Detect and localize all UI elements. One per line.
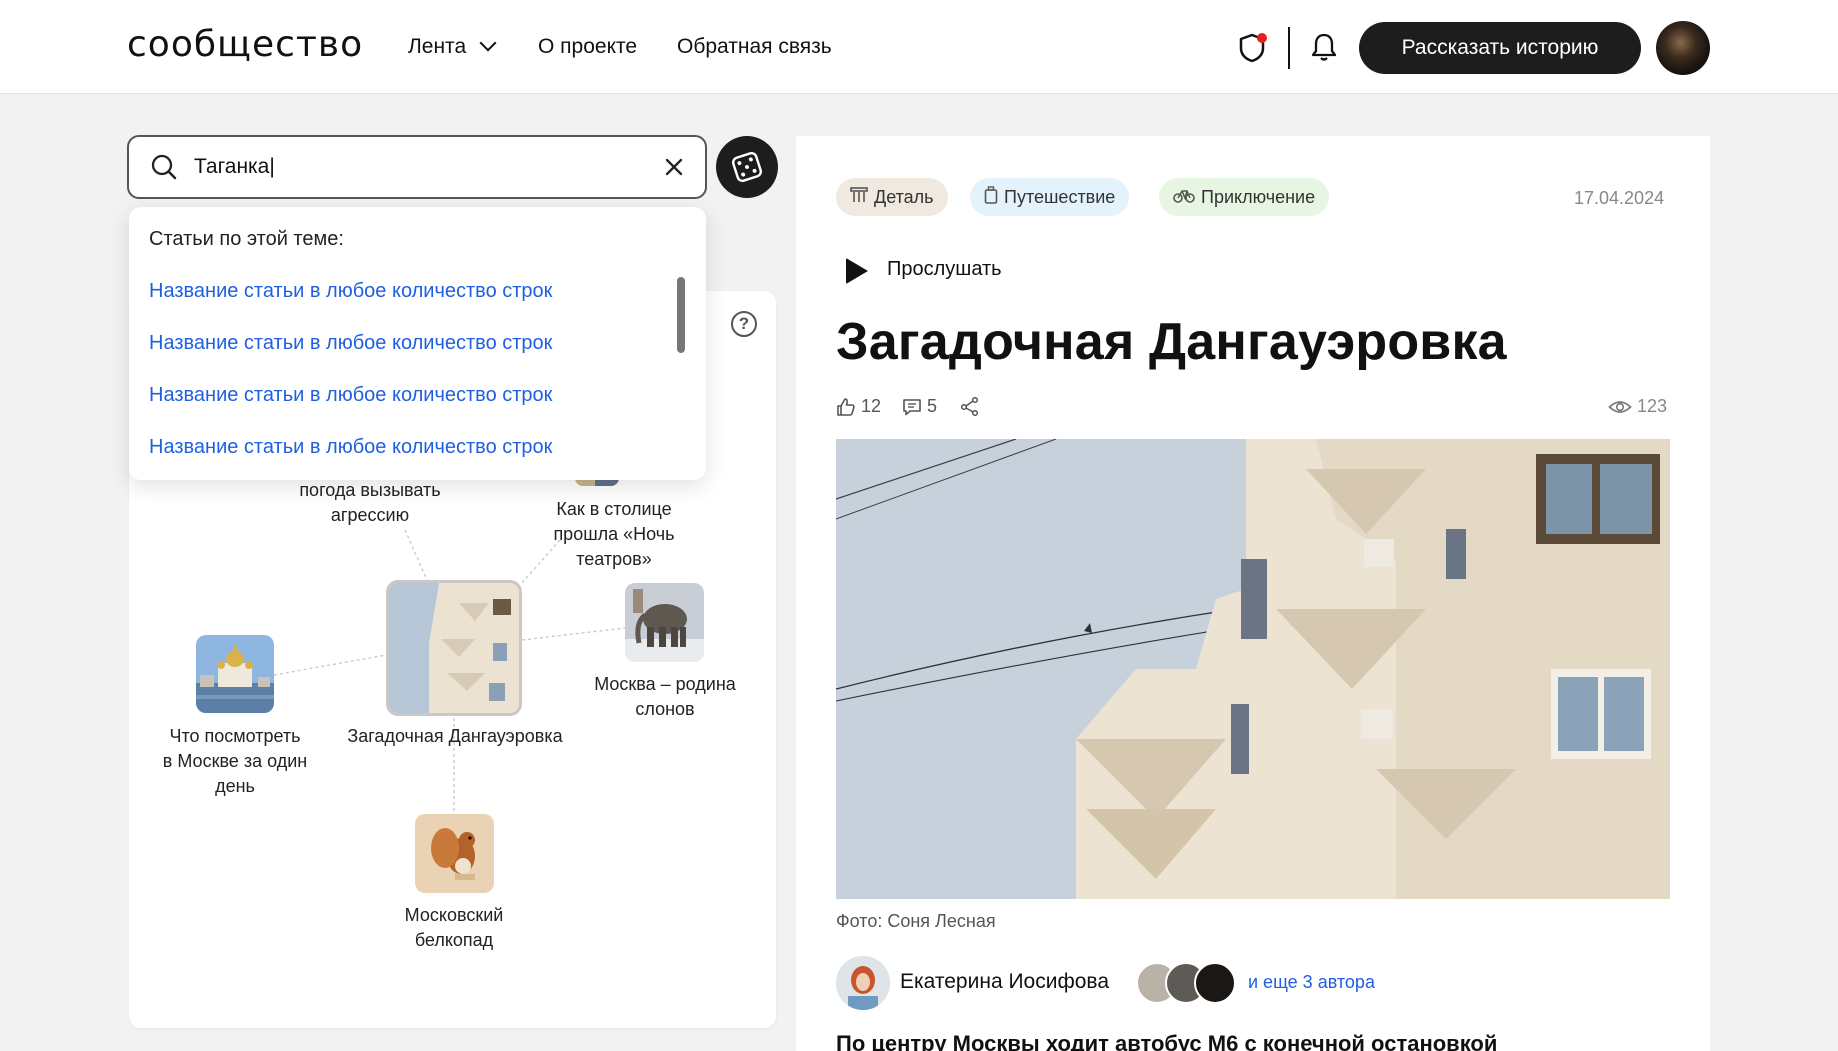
article-photo[interactable]	[836, 439, 1670, 899]
node-label-line: Москва – родина	[594, 674, 736, 694]
top-header: сообщество Лента О проекте Обратная связ…	[0, 0, 1838, 94]
node-label-line: агрессию	[330, 505, 410, 525]
likes-button[interactable]: 12	[836, 396, 881, 417]
node-label-line: Загадочная Дангауэровка	[347, 726, 563, 746]
node-label-line: Что посмотреть	[169, 726, 301, 746]
play-icon[interactable]	[846, 258, 868, 284]
chevron-down-icon	[479, 34, 497, 52]
comment-icon	[903, 398, 921, 415]
comments-button[interactable]: 5	[902, 396, 937, 417]
nav-feedback[interactable]: Обратная связь	[677, 35, 832, 59]
node-thumb-cathedral[interactable]	[196, 635, 274, 713]
views-counter: 123	[1608, 396, 1667, 417]
luggage-icon	[984, 185, 998, 209]
tag-label: Приключение	[1201, 186, 1316, 207]
photo-caption: Фото: Соня Лесная	[836, 911, 996, 931]
nav-feed-label: Лента	[408, 35, 467, 58]
tag-travel[interactable]: Путешествие	[970, 178, 1130, 216]
node-label-line: погода вызывать	[299, 480, 441, 500]
tag-label: Деталь	[874, 186, 934, 207]
node-label-one-day[interactable]: Что посмотреть в Москве за один день	[145, 724, 325, 799]
tag-detail[interactable]: Деталь	[836, 178, 948, 216]
node-label-line: в Москве за один	[162, 751, 308, 771]
nav-feed[interactable]: Лента	[408, 34, 497, 59]
column-icon	[850, 186, 868, 208]
tell-story-button[interactable]: Рассказать историю	[1359, 22, 1641, 74]
node-label-line: день	[215, 776, 255, 796]
share-icon	[960, 396, 979, 416]
close-icon[interactable]	[661, 154, 687, 180]
article-date: 17.04.2024	[1574, 188, 1665, 208]
node-thumb-elephant[interactable]	[625, 583, 704, 662]
bell-icon[interactable]	[1310, 31, 1338, 63]
nav-about[interactable]: О проекте	[538, 35, 637, 59]
more-authors-link[interactable]: и еще 3 автора	[1248, 972, 1375, 993]
tag-adventure[interactable]: Приключение	[1159, 178, 1330, 216]
search-result-link[interactable]: Название статьи в любое количество строк	[149, 384, 552, 407]
thumbs-up-icon	[837, 397, 855, 416]
node-label-line: прошла «Ночь	[553, 524, 675, 544]
node-label-line: Московский	[404, 905, 504, 925]
node-label-line: Как в столице	[556, 499, 672, 519]
article-lead: По центру Москвы ходит автобус М6 с коне…	[836, 1031, 1498, 1051]
dropdown-title: Статьи по этой теме:	[149, 228, 344, 250]
node-label-elephants[interactable]: Москва – родина слонов	[574, 672, 756, 722]
node-label-weather[interactable]: погода вызывать агрессию	[270, 478, 470, 528]
search-input[interactable]	[194, 152, 634, 182]
node-label-line: слонов	[635, 699, 695, 719]
user-avatar[interactable]	[1656, 21, 1710, 75]
views-count: 123	[1637, 396, 1668, 416]
node-label-squirrels[interactable]: Московский белкопад	[364, 903, 544, 953]
search-result-link[interactable]: Название статьи в любое количество строк	[149, 332, 552, 355]
share-button[interactable]	[960, 396, 985, 416]
search-icon	[151, 154, 177, 180]
node-thumb-squirrel[interactable]	[415, 814, 494, 893]
coauthor-avatar[interactable]	[1194, 962, 1236, 1004]
help-icon[interactable]: ?	[731, 311, 757, 337]
site-logo[interactable]: сообщество	[127, 24, 363, 65]
dropdown-scrollbar[interactable]	[677, 277, 685, 353]
likes-count: 12	[861, 396, 882, 416]
eye-icon	[1608, 400, 1632, 413]
search-result-link[interactable]: Название статьи в любое количество строк	[149, 280, 552, 303]
comments-count: 5	[927, 396, 938, 416]
node-label-line: театров»	[576, 549, 652, 569]
tag-label: Путешествие	[1004, 186, 1116, 207]
random-dice-button[interactable]	[716, 136, 778, 198]
article-title: Загадочная Дангауэровка	[836, 313, 1507, 371]
node-label-line: белкопад	[414, 930, 494, 950]
author-avatar[interactable]	[836, 956, 890, 1010]
node-label-theatre[interactable]: Как в столице прошла «Ночь театров»	[524, 497, 704, 572]
header-divider	[1288, 27, 1290, 69]
listen-button[interactable]: Прослушать	[887, 258, 1002, 281]
node-label-current[interactable]: Загадочная Дангауэровка	[334, 724, 576, 749]
dice-icon	[731, 151, 763, 183]
bike-icon	[1173, 187, 1195, 208]
author-name[interactable]: Екатерина Иосифова	[900, 970, 1109, 994]
notification-dot	[1257, 33, 1267, 43]
search-result-link[interactable]: Название статьи в любое количество строк	[149, 436, 552, 459]
node-thumb-current[interactable]	[386, 580, 522, 716]
